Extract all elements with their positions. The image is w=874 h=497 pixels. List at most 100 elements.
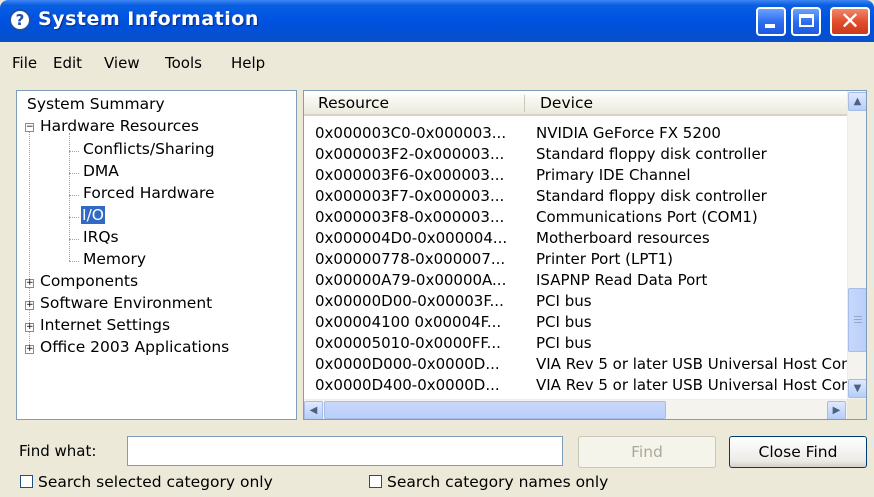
category-tree[interactable]: System Summary − Hardware Resources Conf…: [16, 90, 297, 420]
tree-item-irqs[interactable]: IRQs: [83, 228, 119, 246]
tree-connector: [69, 151, 79, 152]
scroll-right-icon[interactable]: ▶: [827, 401, 846, 419]
resource-list[interactable]: Resource Device 0x000003C0-0x000003... NV…: [303, 90, 867, 420]
find-what-label: Find what:: [19, 442, 97, 460]
expand-icon[interactable]: +: [25, 301, 34, 310]
search-selected-checkbox-row[interactable]: Search selected category only: [20, 473, 273, 491]
scroll-left-icon[interactable]: ◀: [304, 401, 323, 419]
table-row[interactable]: 0x000003C0-0x000003... NVIDIA GeForce FX …: [304, 123, 847, 144]
tree-item-forced-hardware[interactable]: Forced Hardware: [83, 184, 215, 202]
scroll-down-icon[interactable]: ▼: [848, 379, 866, 398]
minimize-button[interactable]: [756, 7, 786, 36]
device-cell: Standard floppy disk controller: [536, 145, 767, 163]
table-row[interactable]: 0x000003F8-0x000003... Communications Por…: [304, 207, 847, 228]
resource-cell: 0x00004100 0x00004F...: [315, 313, 502, 331]
resource-cell: 0x000003F8-0x000003...: [315, 208, 505, 226]
resource-cell: 0x0000D400-0x0000D...: [315, 376, 500, 394]
collapse-icon[interactable]: −: [25, 123, 34, 132]
close-icon: ✕: [839, 7, 861, 35]
table-row[interactable]: 0x000003F6-0x000003... Primary IDE Channe…: [304, 165, 847, 186]
column-divider[interactable]: [524, 95, 525, 112]
expand-icon[interactable]: +: [25, 323, 34, 332]
table-row[interactable]: 0x000003F7-0x000003... Standard floppy di…: [304, 186, 847, 207]
maximize-icon: [799, 14, 814, 27]
tree-connector: [69, 133, 70, 261]
device-cell: PCI bus: [536, 334, 592, 352]
tree-item-memory[interactable]: Memory: [83, 250, 146, 268]
table-row[interactable]: 0x00000D00-0x00003F... PCI bus: [304, 291, 847, 312]
tree-item-system-summary[interactable]: System Summary: [27, 95, 165, 113]
device-cell: Motherboard resources: [536, 229, 710, 247]
grip-line: [854, 319, 862, 320]
menu-view[interactable]: View: [104, 54, 140, 72]
resource-cell: 0x0000D000-0x0000D...: [315, 355, 500, 373]
device-cell: Printer Port (LPT1): [536, 250, 673, 268]
table-row[interactable]: 0x00000A79-0x00000A... ISAPNP Read Data P…: [304, 270, 847, 291]
resource-cell: 0x000004D0-0x000004...: [315, 229, 508, 247]
table-row[interactable]: 0x00005010-0x0000FF... PCI bus: [304, 333, 847, 354]
tree-item-dma[interactable]: DMA: [83, 162, 119, 180]
maximize-button[interactable]: [791, 7, 821, 36]
close-button[interactable]: ✕: [830, 7, 870, 36]
expand-icon[interactable]: +: [25, 279, 34, 288]
tree-item-components[interactable]: Components: [40, 272, 138, 290]
table-row[interactable]: 0x0000D400-0x0000D... VIA Rev 5 or later …: [304, 375, 847, 396]
horizontal-scrollbar[interactable]: ◀ ▶: [304, 399, 847, 419]
find-button[interactable]: Find: [578, 436, 716, 468]
table-row[interactable]: 0x00000778-0x000007... Printer Port (LPT1…: [304, 249, 847, 270]
tree-connector: [29, 123, 30, 345]
table-row[interactable]: 0x000004D0-0x000004... Motherboard resour…: [304, 228, 847, 249]
tree-item-internet-settings[interactable]: Internet Settings: [40, 316, 170, 334]
device-cell: VIA Rev 5 or later USB Universal Host Co…: [536, 376, 847, 394]
menu-tools[interactable]: Tools: [165, 54, 202, 72]
device-cell: Standard floppy disk controller: [536, 187, 767, 205]
menu-edit[interactable]: Edit: [53, 54, 82, 72]
grip-line: [854, 322, 862, 323]
device-cell: VIA Rev 5 or later USB Universal Host Co…: [536, 355, 847, 373]
table-row[interactable]: 0x0000D000-0x0000D... VIA Rev 5 or later …: [304, 354, 847, 375]
device-cell: Primary IDE Channel: [536, 166, 691, 184]
column-device[interactable]: Device: [540, 94, 593, 112]
search-selected-checkbox[interactable]: [20, 475, 33, 488]
tree-connector: [69, 217, 79, 218]
column-resource[interactable]: Resource: [318, 94, 389, 112]
search-names-checkbox[interactable]: [369, 475, 382, 488]
resource-cell: 0x000003C0-0x000003...: [315, 124, 507, 142]
scroll-corner: [847, 399, 866, 419]
search-names-checkbox-row[interactable]: Search category names only: [369, 473, 608, 491]
tree-item-software-environment[interactable]: Software Environment: [40, 294, 212, 312]
resource-cell: 0x00000778-0x000007...: [315, 250, 506, 268]
resource-cell: 0x000003F2-0x000003...: [315, 145, 505, 163]
search-names-label: Search category names only: [387, 473, 609, 491]
resource-cell: 0x00005010-0x0000FF...: [315, 334, 501, 352]
menu-bar: File Edit View Tools Help: [0, 54, 874, 78]
tree-connector: [69, 173, 79, 174]
search-selected-label: Search selected category only: [38, 473, 273, 491]
window-title: System Information: [38, 8, 259, 30]
device-cell: PCI bus: [536, 292, 592, 310]
horizontal-scroll-thumb[interactable]: [324, 401, 666, 419]
table-row[interactable]: 0x000003F2-0x000003... Standard floppy di…: [304, 144, 847, 165]
vertical-scroll-thumb[interactable]: [848, 288, 866, 352]
device-cell: PCI bus: [536, 313, 592, 331]
find-what-input[interactable]: [127, 436, 563, 466]
vertical-scrollbar[interactable]: ▲ ▼: [847, 91, 866, 399]
tree-item-hardware-resources[interactable]: Hardware Resources: [40, 117, 199, 135]
table-row[interactable]: 0x00004100 0x00004F... PCI bus: [304, 312, 847, 333]
device-cell: NVIDIA GeForce FX 5200: [536, 124, 721, 142]
menu-help[interactable]: Help: [231, 54, 265, 72]
scroll-up-icon[interactable]: ▲: [848, 92, 866, 111]
resource-cell: 0x000003F7-0x000003...: [315, 187, 505, 205]
resource-cell: 0x00000D00-0x00003F...: [315, 292, 504, 310]
info-question-icon: ?: [9, 9, 31, 31]
expand-icon[interactable]: +: [25, 345, 34, 354]
title-bar[interactable]: ? System Information ✕: [0, 0, 874, 42]
menu-file[interactable]: File: [12, 54, 37, 72]
tree-connector: [69, 261, 79, 262]
tree-item-conflicts-sharing[interactable]: Conflicts/Sharing: [83, 140, 215, 158]
tree-item-io[interactable]: I/O: [81, 206, 105, 224]
tree-connector: [69, 239, 79, 240]
tree-item-office-2003[interactable]: Office 2003 Applications: [40, 338, 229, 356]
close-find-button[interactable]: Close Find: [729, 436, 867, 468]
list-header: Resource Device: [304, 91, 847, 116]
